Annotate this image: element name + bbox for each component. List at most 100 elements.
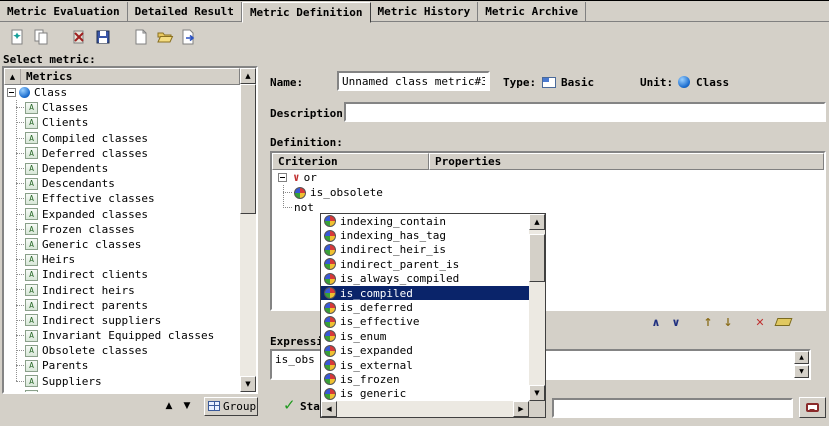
tree-item[interactable]: Deferred classes (11, 146, 240, 161)
tab-metric-definition[interactable]: Metric Definition (242, 2, 371, 23)
criterion-icon (294, 187, 306, 199)
scroll-up-icon[interactable] (240, 68, 256, 84)
tab-metric-evaluation[interactable]: Metric Evaluation (0, 2, 128, 22)
tree-item[interactable]: Invariant Equipped classes (11, 328, 240, 343)
move-criterion-up-icon[interactable] (698, 314, 718, 330)
dropdown-item[interactable]: indirect_heir_is (321, 243, 529, 257)
sort-ascending-icon[interactable] (5, 69, 21, 84)
delete-metric-button[interactable] (67, 26, 91, 48)
dropdown-item[interactable]: is generic (321, 387, 529, 401)
tree-item[interactable]: Descendants (11, 176, 240, 191)
scroll-down-icon[interactable] (240, 376, 256, 392)
clear-definition-eraser-icon[interactable] (775, 318, 793, 326)
open-metric-button[interactable] (153, 26, 177, 48)
criterion-icon (324, 388, 336, 400)
scrollbar-thumb[interactable] (240, 84, 256, 214)
collapse-icon[interactable] (278, 173, 287, 182)
delete-metric-icon (70, 28, 88, 46)
tree-item[interactable]: Effective classes (11, 191, 240, 206)
criterion-label: or (304, 171, 317, 184)
criterion-icon (324, 287, 336, 299)
tree-item[interactable]: Dependents (11, 161, 240, 176)
tree-item[interactable]: Parents (11, 358, 240, 373)
move-metric-down-button[interactable] (178, 398, 196, 414)
dropdown-item[interactable]: is_enum (321, 329, 529, 343)
expression-scrollbar[interactable] (794, 351, 809, 378)
scroll-left-icon[interactable] (321, 401, 337, 417)
criterion-row-is-obsolete[interactable]: is_obsolete (272, 185, 824, 200)
delete-criterion-icon[interactable] (750, 314, 770, 330)
dropdown-item[interactable]: indexing_contain (321, 214, 529, 228)
tree-item[interactable]: Indirect clients (11, 267, 240, 282)
tree-item[interactable]: Clients (11, 115, 240, 130)
tab-detailed-result[interactable]: Detailed Result (128, 2, 242, 22)
tree-item-clipped[interactable] (11, 389, 240, 392)
tree-vertical-scrollbar[interactable] (240, 68, 256, 392)
tree-item[interactable]: Compiled classes (11, 131, 240, 146)
name-input[interactable] (337, 71, 490, 91)
move-criterion-down-icon[interactable] (718, 314, 738, 330)
tab-metric-archive[interactable]: Metric Archive (478, 2, 586, 22)
tree-item-label: Invariant Equipped classes (42, 329, 214, 342)
properties-column-header[interactable]: Properties (429, 153, 824, 170)
copy-metric-button[interactable] (29, 26, 53, 48)
tree-item[interactable]: Frozen classes (11, 222, 240, 237)
dropdown-item-selected[interactable]: is_compiled (321, 286, 529, 300)
tree-item[interactable]: Obsolete classes (11, 343, 240, 358)
scroll-up-icon[interactable] (529, 214, 545, 230)
tree-item-class-root[interactable]: Class (4, 85, 240, 100)
criterion-row-or[interactable]: or (272, 170, 824, 185)
description-input[interactable] (344, 102, 826, 122)
new-definition-button[interactable] (129, 26, 153, 48)
dropdown-vertical-scrollbar[interactable] (529, 214, 545, 401)
scroll-right-icon[interactable] (513, 401, 529, 417)
dropdown-item[interactable]: is_deferred (321, 300, 529, 314)
criterion-label: is_obsolete (310, 186, 383, 199)
tree-item[interactable]: Suppliers (11, 374, 240, 389)
metric-icon (25, 314, 38, 326)
metric-icon (25, 330, 38, 342)
tree-item[interactable]: Classes (11, 100, 240, 115)
dropdown-item[interactable]: indirect_parent_is (321, 257, 529, 271)
and-level-up-icon[interactable] (646, 314, 666, 330)
metric-icon (25, 102, 38, 114)
criterion-column-header[interactable]: Criterion (272, 153, 429, 170)
comment-button[interactable] (799, 397, 826, 418)
group-button[interactable]: Group (204, 397, 258, 416)
scroll-up-icon[interactable] (794, 351, 809, 364)
tree-item[interactable]: Indirect heirs (11, 282, 240, 297)
tree-children: Classes Clients Compiled classes Deferre… (11, 100, 240, 392)
scroll-down-icon[interactable] (529, 385, 545, 401)
tree-item-label: Suppliers (42, 375, 102, 388)
tab-metric-history[interactable]: Metric History (371, 2, 479, 22)
export-metric-button[interactable] (177, 26, 201, 48)
metric-icon (25, 132, 38, 144)
scroll-down-icon[interactable] (794, 365, 809, 378)
dropdown-item[interactable]: is_always_compiled (321, 272, 529, 286)
metrics-column-header[interactable]: Metrics (4, 68, 240, 85)
dropdown-item[interactable]: is_expanded (321, 344, 529, 358)
tree-item[interactable]: Heirs (11, 252, 240, 267)
tree-item[interactable]: Indirect suppliers (11, 313, 240, 328)
dropdown-horizontal-scrollbar[interactable] (321, 401, 529, 417)
dropdown-item[interactable]: is_external (321, 358, 529, 372)
collapse-icon[interactable] (7, 88, 16, 97)
status-field[interactable] (552, 398, 793, 418)
new-metric-button[interactable] (5, 26, 29, 48)
tree-item-label: Frozen classes (42, 223, 135, 236)
tree-item[interactable]: Indirect parents (11, 298, 240, 313)
tree-item[interactable]: Generic classes (11, 237, 240, 252)
new-metric-icon (8, 28, 26, 46)
group-grid-icon (208, 401, 220, 411)
metric-tree: Class Classes Clients Compiled classes D… (4, 85, 240, 392)
dropdown-item[interactable]: is_frozen (321, 372, 529, 386)
dropdown-item[interactable]: indexing_has_tag (321, 228, 529, 242)
tree-item-label: Effective classes (42, 192, 155, 205)
or-level-down-icon[interactable] (666, 314, 686, 330)
tree-item[interactable]: Expanded classes (11, 207, 240, 222)
metric-icon (25, 375, 38, 387)
scrollbar-thumb[interactable] (529, 234, 545, 282)
save-metric-button[interactable] (91, 26, 115, 48)
move-metric-up-button[interactable] (160, 398, 178, 414)
dropdown-item[interactable]: is_effective (321, 315, 529, 329)
